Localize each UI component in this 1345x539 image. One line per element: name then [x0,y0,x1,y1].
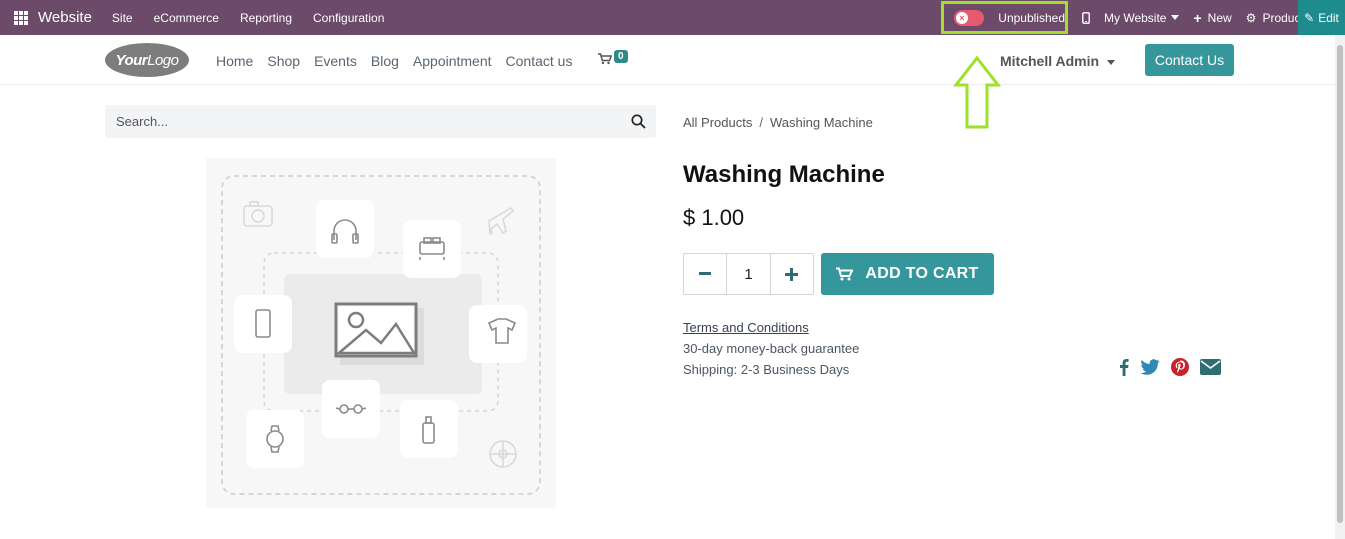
search-icon[interactable] [631,114,646,129]
cart-icon [836,267,854,281]
menu-site[interactable]: Site [112,11,133,25]
new-button[interactable]: + New [1193,10,1231,26]
gear-icon: ⚙ [1245,10,1257,25]
site-logo[interactable]: Your Logo [105,43,189,77]
search-input[interactable] [116,114,596,129]
nav-blog[interactable]: Blog [371,53,399,69]
menu-configuration[interactable]: Configuration [313,11,384,25]
product-title: Washing Machine [683,161,885,188]
email-icon[interactable] [1200,359,1221,375]
twitter-icon[interactable] [1140,359,1160,375]
page-scrollbar[interactable] [1335,35,1345,539]
product-button[interactable]: ⚙ Product [1246,11,1304,25]
cart-icon [598,53,612,65]
plus-icon [785,267,799,281]
product-image[interactable] [206,158,556,508]
quantity-input[interactable]: 1 [726,254,771,294]
site-header: Your Logo Home Shop Events Blog Appointme… [0,35,1335,85]
chevron-down-icon [1107,59,1116,65]
my-website-label: My Website [1104,10,1167,25]
my-website-dropdown[interactable]: My Website [1104,10,1180,25]
product-price: $ 1.00 [683,205,745,230]
publish-status-label: Unpublished [998,10,1065,25]
guarantee-text: 30-day money-back guarantee [683,341,860,356]
publish-toggle[interactable]: × Unpublished [941,1,1068,34]
decrease-quantity-button[interactable] [684,254,726,294]
admin-right-actions: My Website + New ⚙ Product [1068,0,1304,35]
menu-ecommerce[interactable]: eCommerce [154,11,219,25]
product-search [105,105,656,138]
nav-contact-us[interactable]: Contact us [506,53,573,69]
breadcrumb-separator: / [759,115,763,130]
cart-link[interactable]: 0 [598,50,628,65]
admin-topbar: Website Site eCommerce Reporting Configu… [0,0,1345,35]
close-icon: × [956,11,968,24]
new-label: New [1207,10,1232,25]
shipping-text: Shipping: 2-3 Business Days [683,362,850,377]
pencil-icon: ✎ [1304,10,1315,25]
pinterest-icon[interactable] [1171,358,1189,376]
terms-link[interactable]: Terms and Conditions [683,320,809,335]
edit-label: Edit [1318,10,1339,25]
app-name[interactable]: Website [38,9,92,26]
user-menu[interactable]: Mitchell Admin [1000,53,1116,69]
unpublished-switch[interactable]: × [954,9,985,26]
quantity-stepper: 1 [683,253,814,295]
breadcrumb-all-products[interactable]: All Products [683,115,752,130]
logo-text-bold: Your [115,51,148,69]
main-nav: Home Shop Events Blog Appointment Contac… [216,53,586,69]
logo-text: Logo [147,51,179,69]
increase-quantity-button[interactable] [771,254,813,294]
brand[interactable]: Website [0,0,112,35]
nav-home[interactable]: Home [216,53,253,69]
social-share [1119,358,1232,376]
nav-appointment[interactable]: Appointment [413,53,492,69]
annotation-arrow-icon [953,55,1001,129]
user-name: Mitchell Admin [1000,53,1100,69]
breadcrumb-current: Washing Machine [770,115,873,130]
facebook-icon[interactable] [1119,358,1129,376]
breadcrumb: All Products / Washing Machine [683,115,873,130]
nav-shop[interactable]: Shop [267,53,300,69]
plus-icon: + [1193,9,1202,26]
menu-reporting[interactable]: Reporting [240,11,292,25]
cart-count-badge: 0 [614,50,628,63]
edit-button[interactable]: ✎ Edit [1298,0,1345,35]
contact-us-button[interactable]: Contact Us [1145,44,1234,76]
admin-menu: Site eCommerce Reporting Configuration [112,11,405,25]
chevron-down-icon [1171,15,1180,20]
minus-icon [699,272,712,275]
nav-events[interactable]: Events [314,53,357,69]
scrollbar-thumb[interactable] [1337,45,1343,523]
image-placeholder-icon [221,175,541,495]
add-to-cart-button[interactable]: ADD TO CART [821,253,994,295]
mobile-preview-button[interactable] [1082,11,1090,24]
add-to-cart-label: ADD TO CART [865,265,979,282]
mobile-icon [1082,11,1090,24]
apps-grid-icon[interactable] [14,10,28,25]
